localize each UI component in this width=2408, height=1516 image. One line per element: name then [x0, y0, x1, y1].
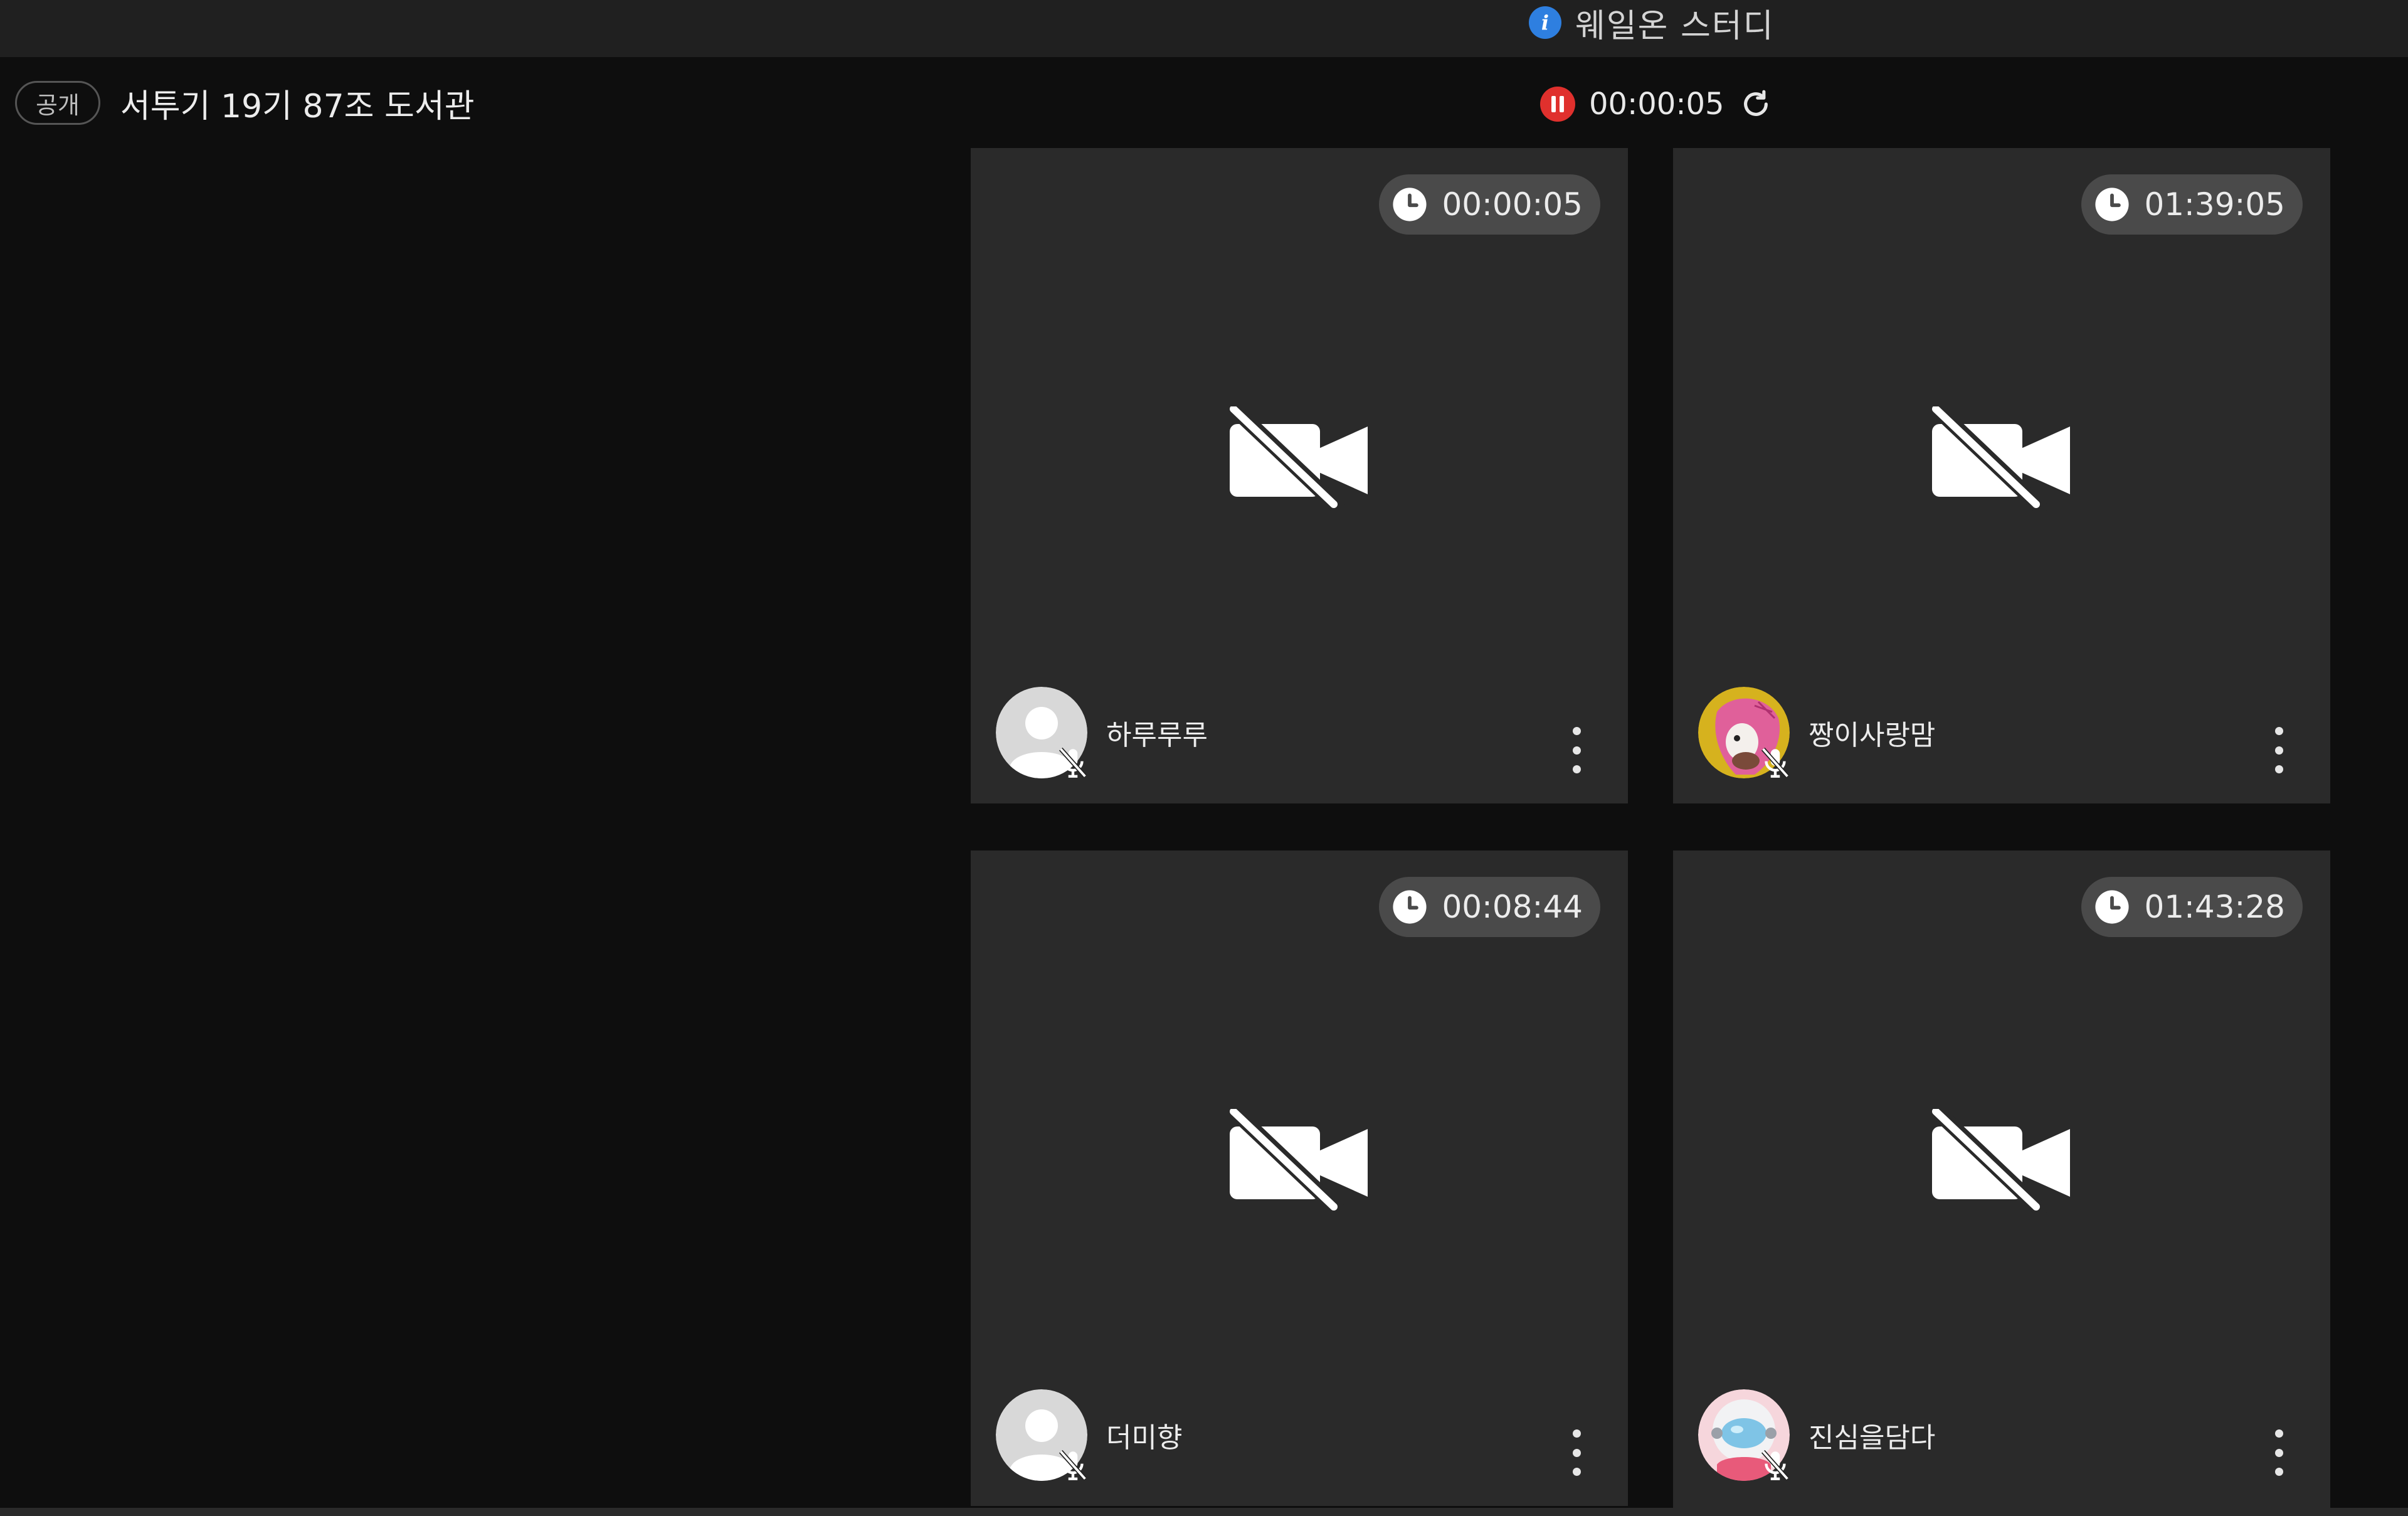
camera-off-icon: [1230, 1109, 1368, 1216]
clock-icon: [1393, 890, 1427, 924]
participant-name: 하루루루: [1106, 719, 1208, 751]
app-root: i 웨일온 스터디 공개 서투기 19기 87조 도서관 00:00:05 00…: [0, 0, 2408, 1516]
participant-tile[interactable]: 00:00:05 하루루루: [971, 148, 1628, 803]
participant-tile[interactable]: 01:43:28 진심을담다: [1673, 851, 2330, 1516]
participant-name: 진심을담다: [1809, 1422, 1936, 1454]
mic-muted-icon: [1059, 1450, 1087, 1481]
title-bar: i 웨일온 스터디: [0, 0, 2408, 57]
info-icon[interactable]: i: [1529, 6, 1561, 39]
clock-icon: [2095, 890, 2130, 924]
more-options-icon[interactable]: [1569, 1429, 1584, 1476]
bottom-bar-edge: [0, 1508, 2408, 1516]
participant-timer-text: 00:08:44: [1442, 889, 1583, 925]
avatar: [1698, 1389, 1790, 1481]
camera-off-icon: [1932, 406, 2070, 513]
clock-icon: [2095, 188, 2130, 221]
participant-name: 더미향: [1106, 1422, 1183, 1454]
participant-info: 하루루루: [996, 687, 1208, 778]
participant-tile[interactable]: 00:08:44 더미향: [971, 851, 1628, 1506]
participant-info: 짱이사랑맘: [1698, 687, 1935, 778]
more-options-icon[interactable]: [2271, 1429, 2286, 1476]
app-title: 웨일온 스터디: [1575, 7, 1775, 45]
session-elapsed: 00:00:05: [1589, 87, 1724, 122]
visibility-badge: 공개: [15, 81, 100, 125]
participant-name: 짱이사랑맘: [1809, 719, 1936, 751]
session-timer: 00:00:05: [1540, 82, 1773, 127]
participant-timer: 00:00:05: [1379, 174, 1600, 235]
participant-info: 더미향: [996, 1389, 1182, 1481]
refresh-icon[interactable]: [1738, 87, 1773, 122]
room-header: 공개 서투기 19기 87조 도서관: [15, 80, 475, 125]
clock-icon: [1393, 188, 1427, 221]
more-options-icon[interactable]: [1569, 727, 1584, 773]
more-options-icon[interactable]: [2271, 727, 2286, 773]
room-title: 서투기 19기 87조 도서관: [120, 87, 475, 125]
title-bar-center: i 웨일온 스터디: [1529, 0, 1775, 45]
participant-timer-text: 01:39:05: [2144, 186, 2285, 223]
participant-timer-text: 01:43:28: [2144, 889, 2285, 925]
avatar: [1698, 687, 1790, 778]
camera-off-icon: [1230, 406, 1368, 513]
participant-timer: 01:43:28: [2081, 877, 2303, 937]
participant-timer: 00:08:44: [1379, 877, 1600, 937]
mic-muted-icon: [1761, 1450, 1790, 1481]
participant-timer-text: 00:00:05: [1442, 186, 1583, 223]
avatar: [996, 1389, 1087, 1481]
participant-timer: 01:39:05: [2081, 174, 2303, 235]
mic-muted-icon: [1059, 747, 1087, 778]
mic-muted-icon: [1761, 747, 1790, 778]
participant-info: 진심을담다: [1698, 1389, 1935, 1481]
avatar: [996, 687, 1087, 778]
camera-off-icon: [1932, 1109, 2070, 1216]
participant-tile[interactable]: 01:39:05 짱이사랑맘: [1673, 148, 2330, 803]
pause-icon[interactable]: [1540, 87, 1575, 122]
